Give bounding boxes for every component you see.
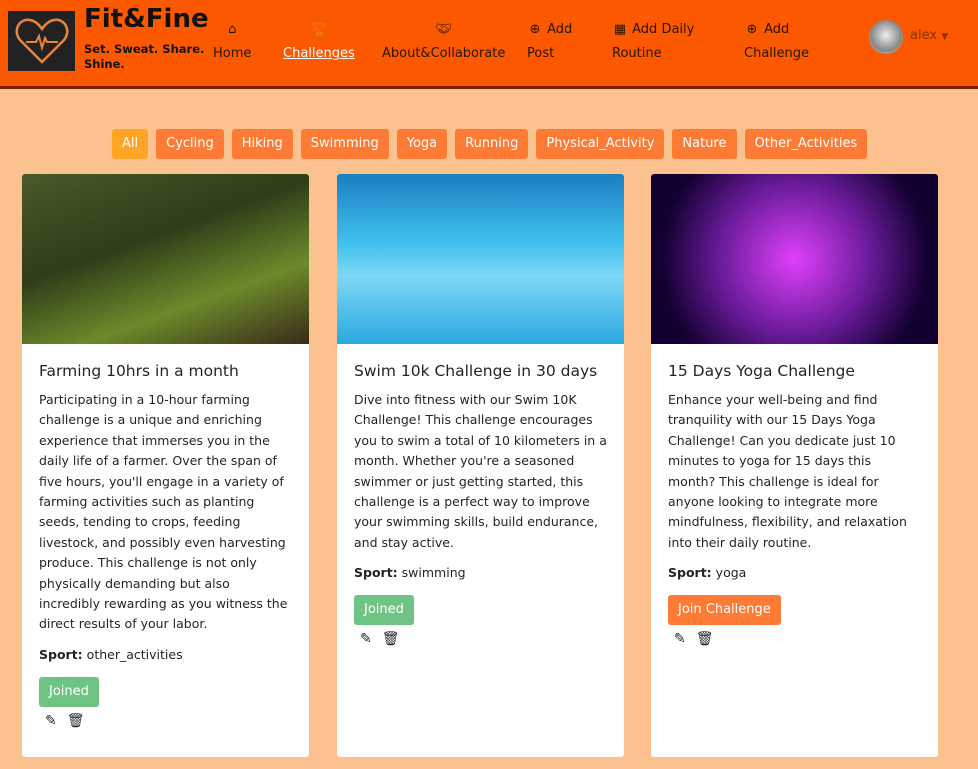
plus-circle-icon: ⊕ (529, 22, 541, 37)
sport-label: Sport: (354, 565, 398, 581)
tagline: Set. Sweat. Share. Shine. (84, 42, 205, 71)
challenge-description: Dive into fitness with our Swim 10K Chal… (354, 392, 607, 550)
nav-challenges[interactable]: 🏆︎ Challenges (283, 18, 355, 66)
challenge-card: 15 Days Yoga Challenge Enhance your well… (651, 174, 938, 757)
sport-value: yoga (715, 565, 747, 581)
nav-label: Challenges (283, 46, 355, 61)
trash-icon[interactable]: 🗑︎ (382, 631, 400, 647)
filter-all[interactable]: All (112, 129, 149, 159)
heart-pulse-icon (15, 18, 68, 64)
nav-add-challenge[interactable]: ⊕ Add Challenge (744, 18, 814, 66)
edit-icon[interactable]: ✎ (360, 631, 372, 647)
trash-icon[interactable]: 🗑︎ (67, 713, 85, 729)
filter-other-activities[interactable]: Other_Activities (744, 129, 868, 159)
handshake-icon: 🤝︎ (435, 22, 452, 37)
challenge-image (22, 174, 309, 344)
challenge-sport: Sport: swimming (354, 565, 607, 580)
avatar[interactable] (869, 20, 903, 54)
filter-hiking[interactable]: Hiking (231, 129, 293, 159)
challenge-image (651, 174, 938, 344)
nav-add-routine[interactable]: ▦ Add Daily Routine (612, 18, 712, 66)
filter-swimming[interactable]: Swimming (300, 129, 389, 159)
challenge-card: Farming 10hrs in a month Participating i… (22, 174, 309, 757)
joined-button[interactable]: Joined (354, 595, 414, 626)
challenge-title: Swim 10k Challenge in 30 days (354, 362, 598, 380)
filter-nature[interactable]: Nature (672, 129, 737, 159)
brand-name: Fit&Fine (84, 4, 209, 34)
challenge-sport: Sport: yoga (668, 565, 921, 580)
challenge-description: Participating in a 10-hour farming chall… (39, 392, 288, 632)
challenge-sport: Sport: other_activities (39, 647, 292, 662)
filter-yoga[interactable]: Yoga (396, 129, 448, 159)
sport-label: Sport: (668, 565, 712, 581)
username: alex (910, 28, 938, 43)
calendar-icon: ▦ (613, 22, 627, 37)
filter-running[interactable]: Running (455, 129, 529, 159)
challenge-description: Enhance your well-being and find tranqui… (668, 392, 907, 550)
challenge-title: 15 Days Yoga Challenge (668, 362, 855, 380)
challenge-card: Swim 10k Challenge in 30 days Dive into … (337, 174, 624, 757)
nav-label: Home (213, 46, 252, 61)
logo[interactable] (8, 11, 75, 71)
sport-value: swimming (401, 565, 466, 581)
challenge-title: Farming 10hrs in a month (39, 362, 239, 380)
trash-icon[interactable]: 🗑︎ (696, 631, 714, 647)
nav-home[interactable]: ⌂ Home (213, 18, 251, 66)
trophy-icon: 🏆︎ (310, 22, 328, 37)
join-challenge-button[interactable]: Join Challenge (668, 595, 781, 626)
filter-bar: All Cycling Hiking Swimming Yoga Running… (112, 129, 868, 159)
caret-down-icon: ▼ (941, 32, 949, 42)
sport-value: other_activities (86, 646, 183, 662)
filter-physical-activity[interactable]: Physical_Activity (536, 129, 665, 159)
edit-icon[interactable]: ✎ (45, 713, 57, 729)
header: Fit&Fine Set. Sweat. Share. Shine. ⌂ Home… (0, 0, 978, 89)
nav-label: About&Collaborate (382, 46, 506, 61)
home-icon: ⌂ (228, 22, 237, 37)
sport-label: Sport: (39, 646, 83, 662)
challenge-image (337, 174, 624, 344)
nav-add-post[interactable]: ⊕ Add Post (527, 18, 587, 66)
edit-icon[interactable]: ✎ (674, 631, 686, 647)
joined-button[interactable]: Joined (39, 676, 99, 707)
nav-about[interactable]: 🤝︎ About&Collaborate (382, 18, 505, 66)
user-menu[interactable]: alex ▼ (910, 28, 948, 43)
plus-circle-icon: ⊕ (746, 22, 758, 37)
filter-cycling[interactable]: Cycling (156, 129, 224, 159)
